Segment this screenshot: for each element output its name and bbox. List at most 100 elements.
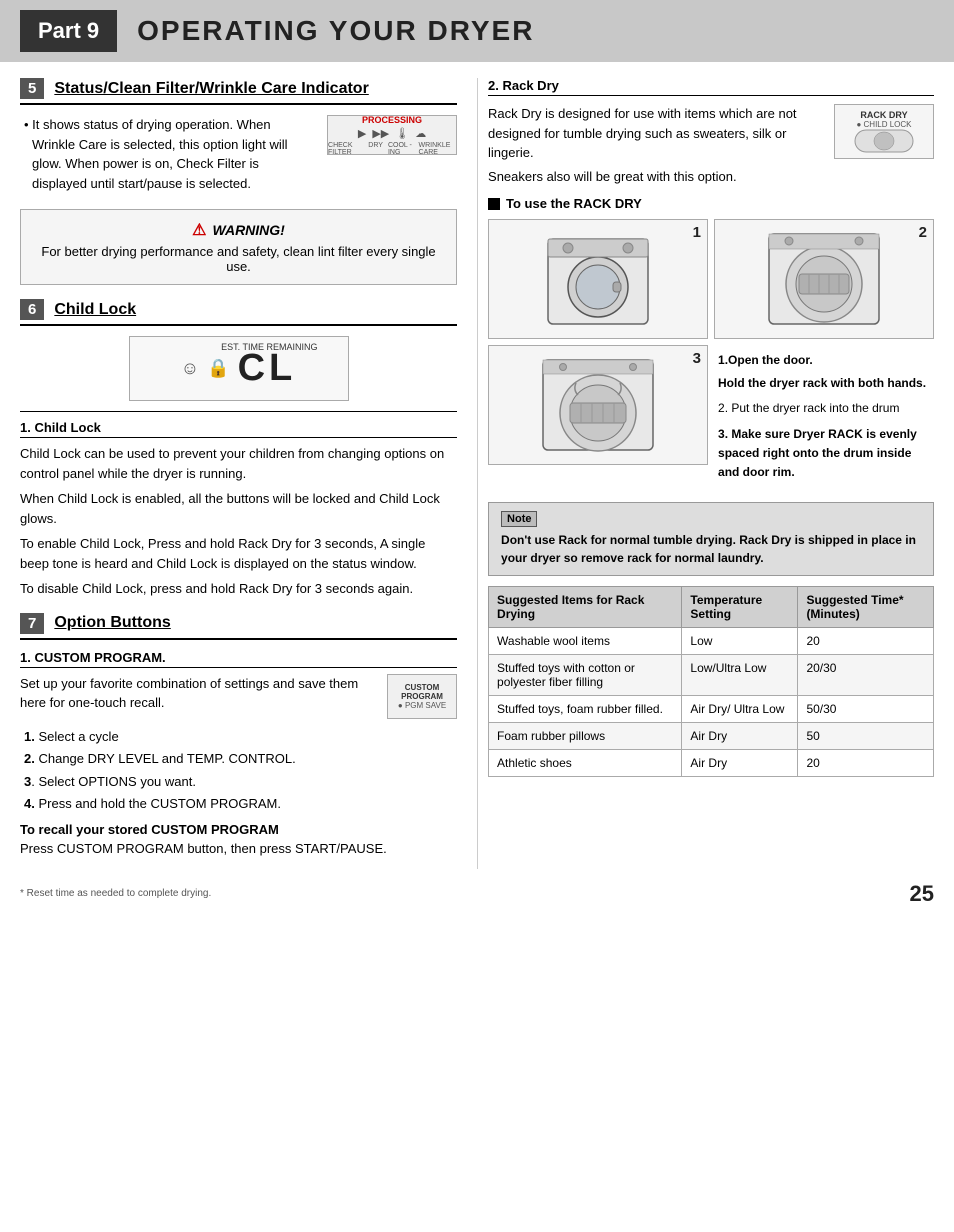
table-cell-temp-5: Air Dry	[682, 750, 798, 777]
rack-dry-images-bottom: 3	[488, 345, 934, 492]
custom-program-sublabel: ● PGM SAVE	[398, 701, 446, 710]
custom-program-button-label: CUSTOM PROGRAM	[401, 683, 443, 701]
section-5-num: 5	[20, 78, 44, 99]
table-cell-item-5: Athletic shoes	[489, 750, 682, 777]
part-label: Part 9	[20, 10, 117, 52]
note-text: Don't use Rack for normal tumble drying.…	[501, 531, 921, 567]
rack-dry-images-top: 1 2	[488, 219, 934, 339]
divider-1	[20, 411, 457, 412]
table-row: Stuffed toys, foam rubber filled. Air Dr…	[489, 696, 934, 723]
black-square-icon	[488, 198, 500, 210]
table-header-items: Suggested Items for Rack Drying	[489, 587, 682, 628]
lock-icon: 🔒	[207, 358, 229, 379]
rack-dry-image-1: 1	[488, 219, 708, 339]
footer-note: * Reset time as needed to complete dryin…	[20, 888, 211, 899]
rack-img-num-3: 3	[693, 350, 701, 367]
rack-dry-intro-text: Rack Dry is designed for use with items …	[488, 104, 824, 186]
to-use-rack-heading: To use the RACK DRY	[488, 196, 934, 211]
warning-box: ⚠ WARNING! For better drying performance…	[20, 209, 457, 285]
table-cell-item-2: Stuffed toys with cotton or polyester fi…	[489, 655, 682, 696]
step-ensure-spacing: 3. Make sure Dryer RACK is evenly spaced…	[718, 425, 930, 483]
page-title: OPERATING YOUR DRYER	[137, 15, 534, 47]
table-cell-item-3: Stuffed toys, foam rubber filled.	[489, 696, 682, 723]
table-cell-temp-1: Low	[682, 628, 798, 655]
step-open-door: 1.Open the door.	[718, 351, 930, 370]
recall-text: Press CUSTOM PROGRAM button, then press …	[20, 841, 387, 856]
section-5-heading: 5 Status/Clean Filter/Wrinkle Care Indic…	[20, 78, 457, 105]
table-cell-time-1: 20	[798, 628, 934, 655]
step-hold-rack: Hold the dryer rack with both hands.	[718, 374, 930, 393]
warning-title: ⚠ WARNING!	[37, 220, 440, 240]
rack-dry-table: Suggested Items for Rack Drying Temperat…	[488, 586, 934, 777]
rack-img-num-1: 1	[693, 224, 701, 241]
footer-page-number: 25	[910, 881, 934, 907]
child-lock-para-2: When Child Lock is enabled, all the butt…	[20, 489, 457, 528]
dryer-inside-svg-2	[764, 229, 884, 329]
steps-list: 1.Open the door. Hold the dryer rack wit…	[718, 351, 930, 482]
section-7-num: 7	[20, 613, 44, 634]
step-3: 3. Select OPTIONS you want.	[24, 772, 457, 792]
processing-label: PROCESSING	[362, 115, 422, 125]
main-content: 5 Status/Clean Filter/Wrinkle Care Indic…	[0, 78, 954, 869]
rack-dry-button-svg	[854, 129, 914, 153]
recall-heading: To recall your stored CUSTOM PROGRAM Pre…	[20, 820, 457, 859]
page-header: Part 9 OPERATING YOUR DRYER	[0, 0, 954, 62]
rack-dry-badge: RACK DRY	[860, 110, 907, 120]
warning-text: For better drying performance and safety…	[37, 244, 440, 274]
table-row: Washable wool items Low 20	[489, 628, 934, 655]
table-cell-temp-3: Air Dry/ Ultra Low	[682, 696, 798, 723]
section-5-bullet-text: It shows status of drying operation. Whe…	[32, 117, 288, 191]
smiley-icon: ☺	[181, 358, 199, 379]
child-lock-para-3: To enable Child Lock, Press and hold Rac…	[20, 534, 457, 573]
table-header-time: Suggested Time* (Minutes)	[798, 587, 934, 628]
table-row: Stuffed toys with cotton or polyester fi…	[489, 655, 934, 696]
section-5-title: Status/Clean Filter/Wrinkle Care Indicat…	[54, 80, 368, 98]
custom-program-heading: 1. CUSTOM PROGRAM.	[20, 650, 457, 668]
child-lock-display: EST. TIME REMAINING ☺ 🔒 CL	[129, 336, 349, 401]
step-4: 4. Press and hold the CUSTOM PROGRAM.	[24, 794, 457, 814]
cl-label: EST. TIME REMAINING	[221, 342, 317, 352]
table-header-temp: Temperature Setting	[682, 587, 798, 628]
table-header-row: Suggested Items for Rack Drying Temperat…	[489, 587, 934, 628]
child-lock-para-1: Child Lock can be used to prevent your c…	[20, 444, 457, 483]
dryer-rack-svg-3	[538, 355, 658, 455]
custom-program-row: Set up your favorite combination of sett…	[20, 674, 457, 719]
warning-label: WARNING!	[213, 222, 285, 238]
table-cell-item-1: Washable wool items	[489, 628, 682, 655]
table-row: Foam rubber pillows Air Dry 50	[489, 723, 934, 750]
child-lock-sub-heading: 1. Child Lock	[20, 420, 457, 438]
rack-dry-steps-text: 1.Open the door. Hold the dryer rack wit…	[714, 345, 934, 492]
processing-image: PROCESSING ▶▶▶🌡☁ CHECK FILTER DRY COOL -…	[327, 115, 457, 155]
section-6-num: 6	[20, 299, 44, 320]
section-7-heading: 7 Option Buttons	[20, 613, 457, 640]
step-1: 1. Select a cycle	[24, 727, 457, 747]
rack-dry-intro-section: Rack Dry is designed for use with items …	[488, 104, 934, 186]
dryer-front-svg-1	[538, 229, 658, 329]
custom-program-image: CUSTOM PROGRAM ● PGM SAVE	[387, 674, 457, 719]
child-lock-para-4: To disable Child Lock, press and hold Ra…	[20, 579, 457, 599]
step-2: 2. Change DRY LEVEL and TEMP. CONTROL.	[24, 749, 457, 769]
left-column: 5 Status/Clean Filter/Wrinkle Care Indic…	[20, 78, 477, 869]
section-6-title: Child Lock	[54, 301, 136, 319]
section-7-title: Option Buttons	[54, 614, 170, 632]
rack-dry-heading: 2. Rack Dry	[488, 78, 934, 96]
table-cell-time-5: 20	[798, 750, 934, 777]
rack-dry-image: RACK DRY ● CHILD LOCK	[834, 104, 934, 159]
custom-program-intro: Set up your favorite combination of sett…	[20, 674, 377, 713]
warning-triangle-icon: ⚠	[192, 220, 206, 240]
section-5: 5 Status/Clean Filter/Wrinkle Care Indic…	[20, 78, 457, 285]
rack-dry-para-1: Rack Dry is designed for use with items …	[488, 104, 824, 163]
section-7: 7 Option Buttons 1. CUSTOM PROGRAM. Set …	[20, 613, 457, 859]
footer: * Reset time as needed to complete dryin…	[0, 877, 954, 911]
note-box: Note Don't use Rack for normal tumble dr…	[488, 502, 934, 576]
table-cell-temp-2: Low/Ultra Low	[682, 655, 798, 696]
table-cell-item-4: Foam rubber pillows	[489, 723, 682, 750]
custom-program-steps: 1. Select a cycle 2. Change DRY LEVEL an…	[20, 727, 457, 814]
rack-dry-sub: ● CHILD LOCK	[856, 120, 911, 129]
step-put-rack: 2. Put the dryer rack into the drum	[718, 399, 930, 418]
note-badge: Note	[501, 511, 537, 527]
right-column: 2. Rack Dry Rack Dry is designed for use…	[477, 78, 934, 869]
cl-display: CL	[238, 347, 297, 390]
cl-icons: ☺ 🔒 CL	[181, 347, 296, 390]
table-body: Washable wool items Low 20 Stuffed toys …	[489, 628, 934, 777]
